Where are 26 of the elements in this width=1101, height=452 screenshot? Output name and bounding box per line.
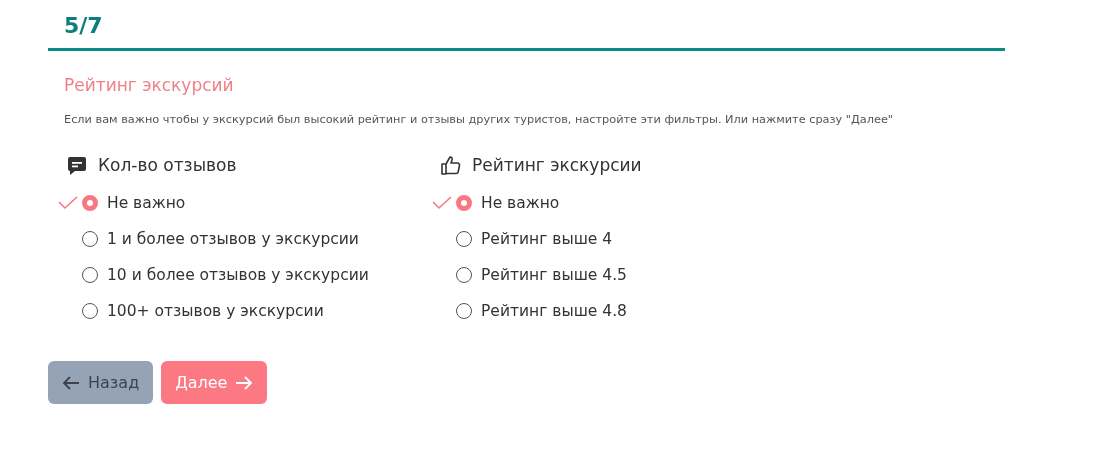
radio-button[interactable] xyxy=(456,231,472,247)
group-heading: Рейтинг экскурсии xyxy=(472,155,642,175)
option-label[interactable]: Рейтинг выше 4.5 xyxy=(481,266,627,284)
arrow-left-icon xyxy=(62,375,80,390)
radio-button[interactable] xyxy=(82,267,98,283)
radio-button[interactable] xyxy=(82,195,98,211)
description: Если вам важно чтобы у экскурсий был высокий рейтинг и отзывы других туристов, настройте эти фильтры. Или нажмите сразу "Далее" xyxy=(64,112,895,128)
step-counter: 5/7 xyxy=(64,12,104,40)
speech-bubble-icon xyxy=(66,154,88,176)
option-label[interactable]: 1 и более отзывов у экскурсии xyxy=(107,230,359,248)
option-label[interactable]: Не важно xyxy=(481,194,560,212)
radio-button[interactable] xyxy=(82,303,98,319)
option-label[interactable]: 10 и более отзывов у экскурсии xyxy=(107,266,369,284)
option-label[interactable]: Рейтинг выше 4 xyxy=(481,230,613,248)
thumbs-up-icon xyxy=(440,154,462,176)
option-label[interactable]: Рейтинг выше 4.8 xyxy=(481,302,627,320)
radio-button[interactable] xyxy=(456,195,472,211)
section-title: Рейтинг экскурсий xyxy=(64,74,235,97)
radio-button[interactable] xyxy=(456,267,472,283)
arrow-right-icon xyxy=(235,375,254,390)
option-label[interactable]: Не важно xyxy=(107,194,186,212)
radio-button[interactable] xyxy=(82,231,98,247)
group-heading: Кол-во отзывов xyxy=(98,155,237,175)
option-label[interactable]: 100+ отзывов у экскурсии xyxy=(107,302,324,320)
radio-button[interactable] xyxy=(456,303,472,319)
back-button[interactable]: Назад xyxy=(48,361,154,404)
